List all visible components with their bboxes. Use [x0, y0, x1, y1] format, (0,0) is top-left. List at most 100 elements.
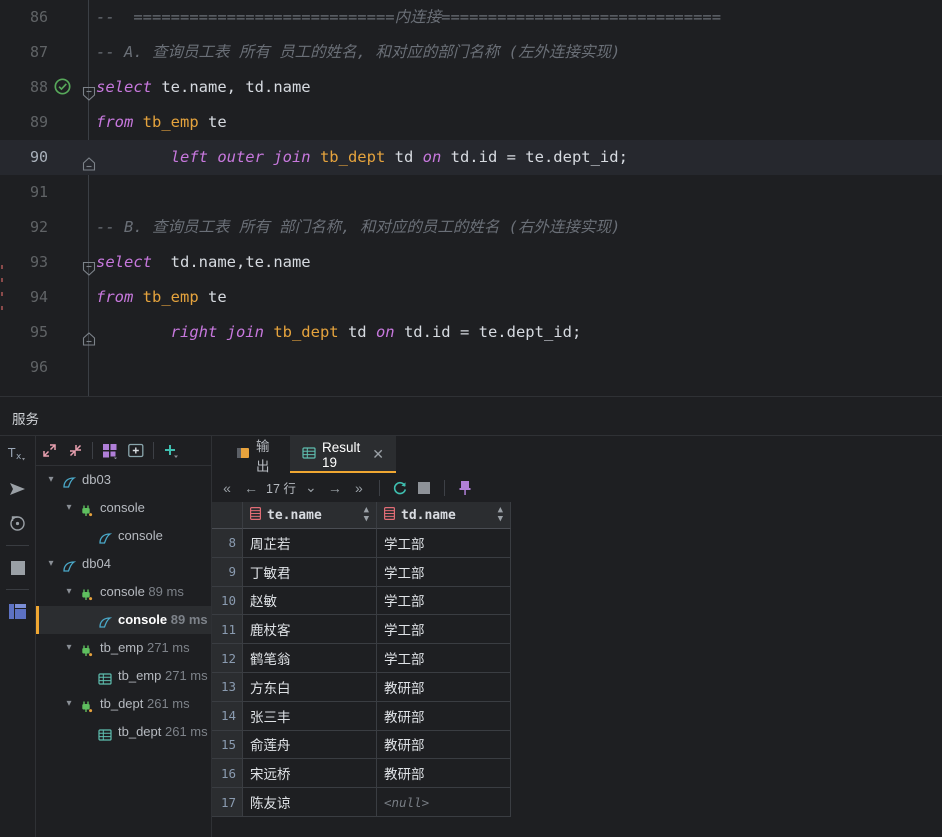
result-tab[interactable]: 输出	[224, 436, 286, 474]
cell-te-name[interactable]: 鹤笔翁	[243, 644, 377, 673]
chevron-down-icon[interactable]: ▾	[44, 550, 58, 578]
cell-td-name[interactable]: 学工部	[377, 586, 511, 616]
sql-editor[interactable]: 86 -- ============================内连接====…	[0, 0, 942, 396]
first-page-button[interactable]: «	[216, 476, 238, 500]
cell-td-name[interactable]: 教研部	[377, 672, 511, 702]
code-line[interactable]: 95 right join tb_dept td on td.id = te.d…	[0, 315, 942, 350]
new-tab-button[interactable]	[123, 438, 149, 464]
cell-te-name[interactable]: 俞莲舟	[243, 730, 377, 760]
cell-te-name[interactable]: 赵敏	[243, 586, 377, 616]
code-line[interactable]: 93 select td.name,te.name	[0, 245, 942, 280]
chevron-down-icon[interactable]: ▾	[62, 578, 76, 606]
result-tab[interactable]: Result 19 ✕	[290, 436, 396, 473]
table-row[interactable]: 14 张三丰 教研部	[212, 701, 511, 731]
fold-marker-start-icon[interactable]	[82, 80, 96, 101]
result-grid[interactable]: te.name ▲ ▼ td.name ▲ ▼ 8 周芷若 学工部 9 丁敏君 学工部 10 赵敏 学工部 1…	[212, 502, 511, 817]
line-number: 96	[29, 358, 48, 376]
tree-node[interactable]: console 89 ms	[36, 606, 212, 634]
row-number: 13	[212, 672, 243, 702]
chevron-down-icon[interactable]: ⌄	[300, 476, 322, 500]
close-icon[interactable]: ✕	[372, 446, 384, 463]
sort-arrows-icon[interactable]: ▲ ▼	[498, 506, 503, 524]
tree-node[interactable]: tb_dept 261 ms	[36, 718, 212, 746]
row-number: 11	[212, 615, 243, 645]
sort-arrows-icon[interactable]: ▲ ▼	[364, 506, 369, 524]
table-row[interactable]: 11 鹿杖客 学工部	[212, 615, 511, 645]
row-count-label[interactable]: 17 行	[264, 478, 298, 497]
chevron-down-icon[interactable]: ▾	[62, 690, 76, 718]
code-line[interactable]: 91	[0, 175, 942, 210]
group-by-button[interactable]	[97, 438, 123, 464]
cell-td-name[interactable]: 教研部	[377, 701, 511, 731]
code-line[interactable]: 89 from tb_emp te	[0, 105, 942, 140]
cell-te-name[interactable]: 张三丰	[243, 701, 377, 731]
line-number: 86	[29, 8, 48, 26]
pin-icon[interactable]	[454, 476, 476, 500]
last-page-button[interactable]: »	[348, 476, 370, 500]
cell-td-name[interactable]: 学工部	[377, 644, 511, 673]
chevron-down-icon[interactable]: ▾	[62, 494, 76, 522]
table-row[interactable]: 8 周芷若 学工部	[212, 529, 511, 558]
fold-marker-end-icon[interactable]	[82, 325, 96, 346]
cell-te-name[interactable]: 鹿杖客	[243, 615, 377, 645]
tree-node[interactable]: console	[36, 522, 212, 550]
chevron-down-icon[interactable]: ▾	[62, 634, 76, 662]
cell-te-name[interactable]: 宋远桥	[243, 759, 377, 789]
datasource-icon	[62, 556, 78, 572]
code-line[interactable]: 90 left outer join tb_dept td on td.id =…	[0, 140, 942, 175]
code-line[interactable]: 87 -- A. 查询员工表 所有 员工的姓名, 和对应的部门名称 (左外连接实现…	[0, 35, 942, 70]
cell-td-name[interactable]: <null>	[377, 788, 511, 817]
tree-node-duration: 261 ms	[165, 724, 208, 739]
result-tab-bar[interactable]: 输出 Result 19 ✕	[212, 436, 942, 474]
table-row[interactable]: 9 丁敏君 学工部	[212, 557, 511, 587]
stop-icon[interactable]	[0, 550, 35, 585]
cell-te-name[interactable]: 周芷若	[243, 529, 377, 558]
cell-td-name[interactable]: 学工部	[377, 557, 511, 587]
table-row[interactable]: 17 陈友谅 <null>	[212, 788, 511, 817]
tree-node[interactable]: ▾ console 89 ms	[36, 578, 212, 606]
cell-td-name[interactable]: 教研部	[377, 730, 511, 760]
next-page-button[interactable]: →	[324, 476, 346, 500]
stop-icon[interactable]	[413, 476, 435, 500]
cell-td-name[interactable]: 教研部	[377, 759, 511, 789]
chevron-down-icon[interactable]: ▾	[44, 466, 58, 494]
tree-node[interactable]: ▾ tb_dept 261 ms	[36, 690, 212, 718]
refresh-icon[interactable]	[389, 476, 411, 500]
tree-node[interactable]: ▾ db03	[36, 466, 212, 494]
table-row[interactable]: 15 俞莲舟 教研部	[212, 730, 511, 760]
tree-node[interactable]: ▾ db04	[36, 550, 212, 578]
cell-te-name[interactable]: 方东白	[243, 672, 377, 702]
tree-node[interactable]: tb_emp 271 ms	[36, 662, 212, 690]
table-row[interactable]: 10 赵敏 学工部	[212, 586, 511, 616]
data-grid-icon[interactable]	[0, 594, 35, 629]
code-line[interactable]: 96	[0, 350, 942, 385]
fold-marker-end-icon[interactable]	[82, 150, 96, 171]
code-line[interactable]: 92 -- B. 查询员工表 所有 部门名称, 和对应的员工的姓名 (右外连接实现…	[0, 210, 942, 245]
collapse-all-button[interactable]	[62, 438, 88, 464]
code-line[interactable]: 86 -- ============================内连接====…	[0, 0, 942, 35]
table-row[interactable]: 13 方东白 教研部	[212, 672, 511, 702]
code-text: select td.name,te.name	[96, 253, 311, 271]
tree-node[interactable]: ▾ console	[36, 494, 212, 522]
transaction-icon[interactable]: T x	[0, 436, 35, 471]
table-row[interactable]: 12 鹤笔翁 学工部	[212, 644, 511, 673]
console-plug-icon	[80, 500, 96, 517]
code-line[interactable]: 94 from tb_emp te	[0, 280, 942, 315]
cell-te-name[interactable]: 陈友谅	[243, 788, 377, 817]
cell-te-name[interactable]: 丁敏君	[243, 557, 377, 587]
tree-node[interactable]: ▾ tb_emp 271 ms	[36, 634, 212, 662]
cell-td-name[interactable]: 学工部	[377, 529, 511, 558]
rollback-icon[interactable]	[0, 506, 35, 541]
prev-page-button[interactable]: ←	[240, 476, 262, 500]
table-row[interactable]: 16 宋远桥 教研部	[212, 759, 511, 789]
fold-marker-start-icon[interactable]	[82, 255, 96, 276]
expand-all-button[interactable]	[36, 438, 62, 464]
services-tree[interactable]: ▾ db03 ▾ console console ▾ db04 ▾ console 89 ms c…	[36, 466, 212, 746]
run-success-check-icon[interactable]	[50, 70, 74, 105]
column-header[interactable]: td.name ▲ ▼	[377, 502, 511, 529]
cell-td-name[interactable]: 学工部	[377, 615, 511, 645]
column-header[interactable]: te.name ▲ ▼	[243, 502, 377, 529]
code-line[interactable]: 88 select te.name, td.name	[0, 70, 942, 105]
add-button[interactable]	[158, 438, 184, 464]
run-query-icon[interactable]	[0, 471, 35, 506]
